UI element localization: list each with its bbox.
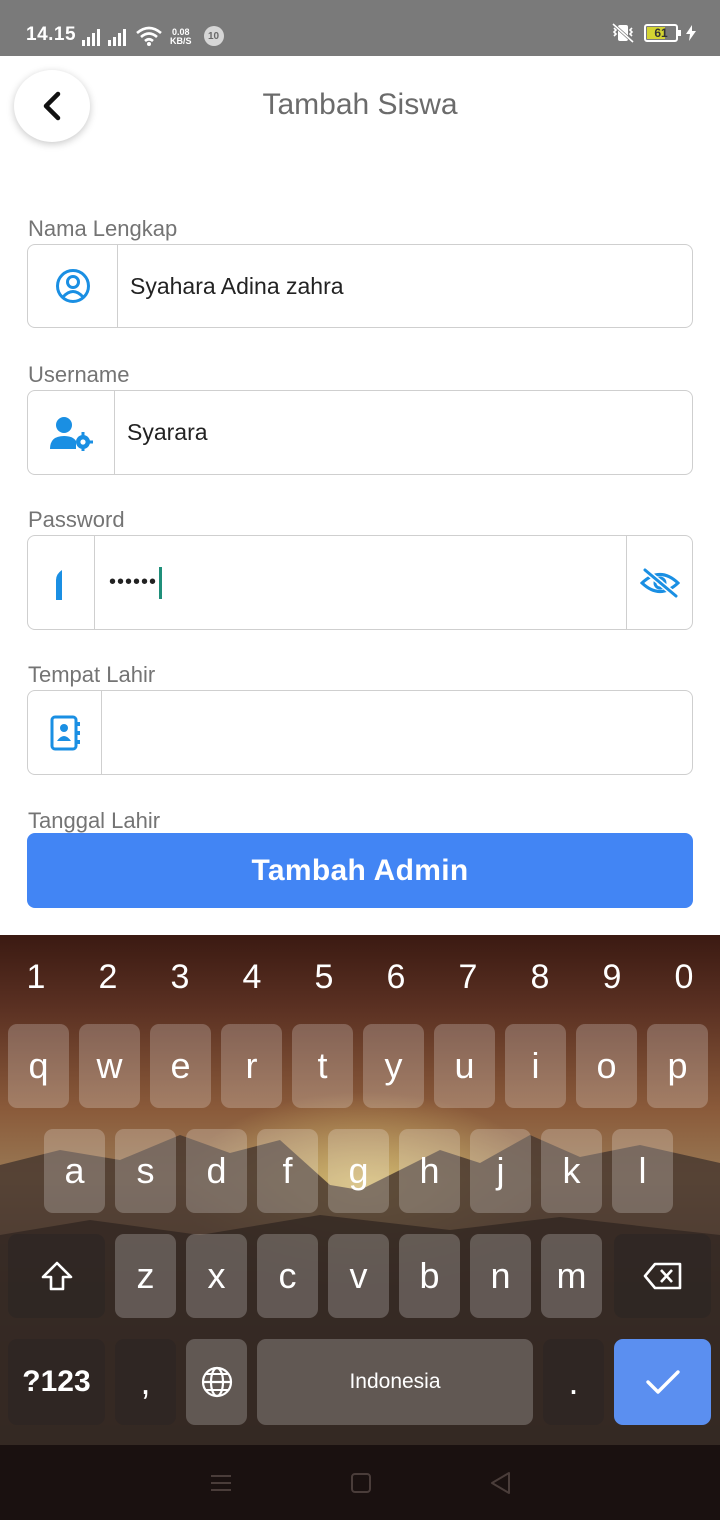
text-cursor	[159, 566, 163, 599]
birthplace-field[interactable]	[27, 690, 693, 775]
key-6[interactable]: 6	[360, 949, 432, 1005]
menu-icon[interactable]	[209, 1473, 233, 1493]
key-7[interactable]: 7	[432, 949, 504, 1005]
key-0[interactable]: 0	[648, 949, 720, 1005]
key-f[interactable]: f	[257, 1129, 318, 1213]
key-c[interactable]: c	[257, 1234, 318, 1318]
key-q[interactable]: q	[8, 1024, 69, 1108]
symbols-key[interactable]: ?123	[8, 1339, 105, 1425]
password-icon-box	[28, 536, 95, 629]
shift-icon	[41, 1261, 72, 1291]
full-name-input[interactable]: Syahara Adina zahra	[118, 245, 692, 327]
key-g[interactable]: g	[328, 1129, 389, 1213]
key-e[interactable]: e	[150, 1024, 211, 1108]
password-input[interactable]: ••••••	[95, 536, 626, 629]
language-key[interactable]	[186, 1339, 247, 1425]
key-9[interactable]: 9	[576, 949, 648, 1005]
key-t[interactable]: t	[292, 1024, 353, 1108]
submit-button[interactable]: Tambah Admin	[27, 833, 693, 908]
address-book-icon	[50, 715, 80, 750]
network-speed: 0.08 KB/S	[170, 27, 192, 46]
space-key[interactable]: Indonesia	[257, 1339, 533, 1425]
battery-icon: 61	[644, 24, 681, 42]
key-d[interactable]: d	[186, 1129, 247, 1213]
comma-key[interactable]: ,	[115, 1339, 176, 1425]
birthdate-label: Tanggal Lahir	[28, 808, 161, 833]
vibrate-icon	[611, 22, 635, 44]
key-v[interactable]: v	[328, 1234, 389, 1318]
home-icon[interactable]	[350, 1472, 372, 1494]
full-name-label: Nama Lengkap	[28, 216, 178, 241]
birthplace-label: Tempat Lahir	[28, 662, 156, 687]
enter-key[interactable]	[614, 1339, 711, 1425]
key-8[interactable]: 8	[504, 949, 576, 1005]
full-name-icon-box	[28, 245, 118, 327]
keyboard: 1234567890 q w e r t y u i o p a s d f g h j k l z x c v b n m ?12…	[0, 935, 720, 1445]
status-time: 14.15	[26, 24, 77, 45]
key-3[interactable]: 3	[144, 949, 216, 1005]
key-1[interactable]: 1	[0, 949, 72, 1005]
key-j[interactable]: j	[470, 1129, 531, 1213]
key-m[interactable]: m	[541, 1234, 602, 1318]
status-right-icons: 61	[610, 22, 696, 44]
globe-icon	[201, 1366, 232, 1398]
username-label: Username	[28, 362, 130, 387]
page-title: Tambah Siswa	[262, 88, 458, 121]
backspace-icon	[643, 1262, 681, 1290]
key-k[interactable]: k	[541, 1129, 602, 1213]
wifi-icon	[136, 26, 162, 46]
lock-icon	[56, 569, 62, 600]
backspace-key[interactable]	[614, 1234, 711, 1318]
shift-key[interactable]	[8, 1234, 105, 1318]
user-circle-icon	[55, 269, 90, 303]
key-o[interactable]: o	[576, 1024, 637, 1108]
status-left-icons: 0.08 KB/S 10	[82, 22, 224, 46]
notification-badge: 10	[203, 26, 224, 46]
navigation-bar	[0, 1445, 720, 1520]
key-i[interactable]: i	[505, 1024, 566, 1108]
password-dots: ••••••	[109, 571, 158, 593]
key-2[interactable]: 2	[72, 949, 144, 1005]
toggle-password-button[interactable]	[626, 536, 692, 629]
period-key[interactable]: .	[543, 1339, 604, 1425]
key-5[interactable]: 5	[288, 949, 360, 1005]
back-triangle-icon[interactable]	[489, 1471, 511, 1495]
key-s[interactable]: s	[115, 1129, 176, 1213]
key-w[interactable]: w	[79, 1024, 140, 1108]
key-u[interactable]: u	[434, 1024, 495, 1108]
key-x[interactable]: x	[186, 1234, 247, 1318]
key-p[interactable]: p	[647, 1024, 708, 1108]
eye-slash-icon	[639, 567, 680, 598]
username-input[interactable]: Syarara	[115, 391, 692, 474]
full-name-field[interactable]: Syahara Adina zahra	[27, 244, 693, 328]
password-field[interactable]: ••••••	[27, 535, 693, 630]
birthplace-icon-box	[28, 691, 102, 774]
password-label: Password	[28, 507, 125, 532]
key-n[interactable]: n	[470, 1234, 531, 1318]
key-h[interactable]: h	[399, 1129, 460, 1213]
key-y[interactable]: y	[363, 1024, 424, 1108]
username-field[interactable]: Syarara	[27, 390, 693, 475]
key-4[interactable]: 4	[216, 949, 288, 1005]
username-icon-box	[28, 391, 115, 474]
number-row: 1234567890	[0, 949, 720, 1005]
signal-icon	[108, 28, 126, 46]
birthplace-input[interactable]	[102, 691, 692, 774]
key-a[interactable]: a	[44, 1129, 105, 1213]
user-gear-icon	[50, 416, 93, 451]
signal-icon	[82, 28, 100, 46]
status-bar: 14.15 0.08 KB/S 10 61	[0, 0, 720, 56]
charging-icon	[686, 25, 696, 41]
key-l[interactable]: l	[612, 1129, 673, 1213]
checkmark-icon	[645, 1370, 680, 1394]
key-z[interactable]: z	[115, 1234, 176, 1318]
key-b[interactable]: b	[399, 1234, 460, 1318]
key-r[interactable]: r	[221, 1024, 282, 1108]
